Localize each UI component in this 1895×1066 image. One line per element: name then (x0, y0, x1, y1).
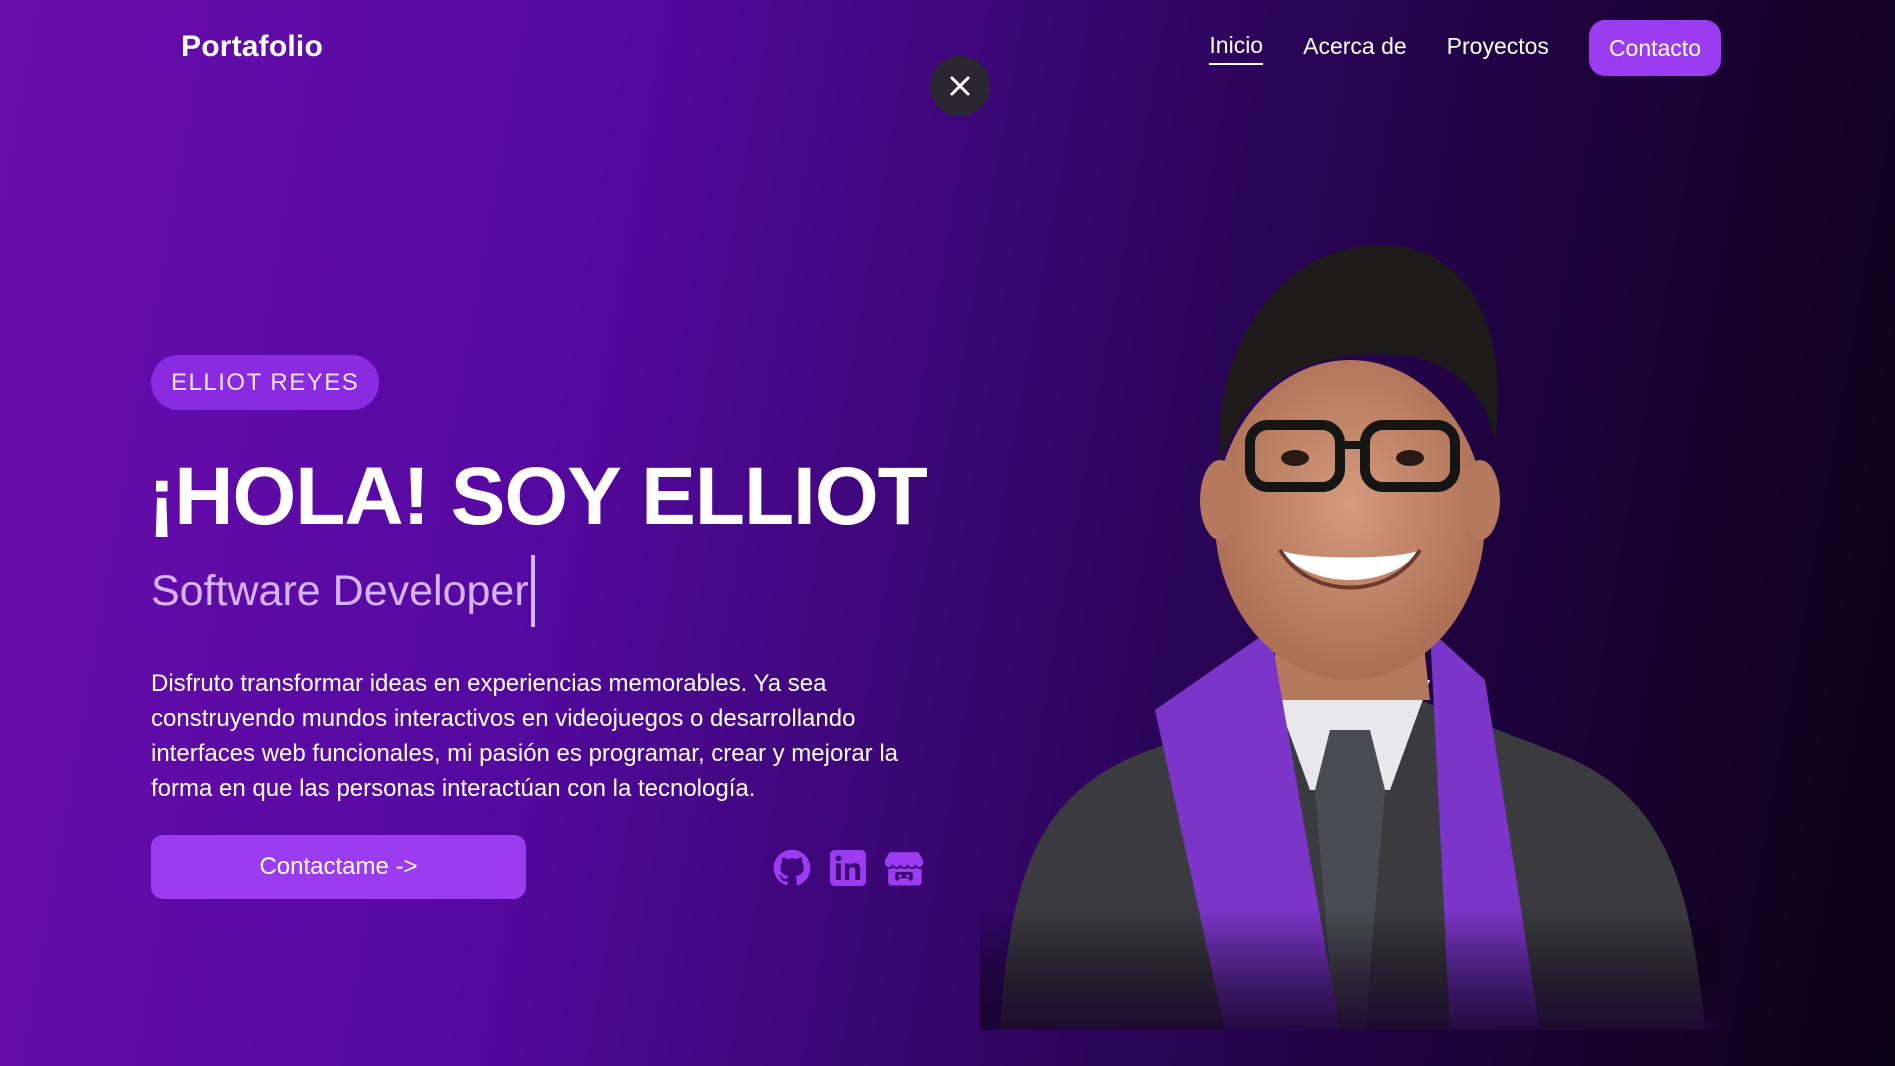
nav-link-inicio[interactable]: Inicio (1209, 32, 1264, 65)
social-links (773, 849, 923, 887)
typing-caret (530, 555, 535, 627)
hero-title: ¡HOLA! SOY ELLIOT (148, 451, 928, 542)
close-icon (950, 76, 970, 96)
nav-link-acerca-de[interactable]: Acerca de (1303, 33, 1407, 64)
itch-io-link[interactable] (885, 849, 923, 887)
contactame-button[interactable]: Contactame -> (151, 835, 526, 899)
profile-photo (980, 230, 1720, 1030)
brand-logo[interactable]: Portafolio (181, 30, 323, 64)
linkedin-icon (830, 850, 866, 886)
contact-button[interactable]: Contacto (1588, 20, 1721, 76)
nav-links: Inicio Acerca de Proyectos Contacto (1209, 20, 1721, 76)
typed-role-text: Software Developer (151, 566, 529, 615)
hero-description: Disfruto transformar ideas en experienci… (151, 670, 898, 802)
github-icon (773, 849, 811, 886)
close-button[interactable] (930, 56, 990, 116)
name-badge: ELLIOT REYES (151, 355, 380, 410)
itch-io-icon (885, 852, 923, 886)
linkedin-link[interactable] (829, 849, 867, 887)
github-link[interactable] (773, 849, 811, 887)
nav-link-proyectos[interactable]: Proyectos (1447, 33, 1549, 64)
hero-subtitle: Software Developer (151, 555, 535, 627)
